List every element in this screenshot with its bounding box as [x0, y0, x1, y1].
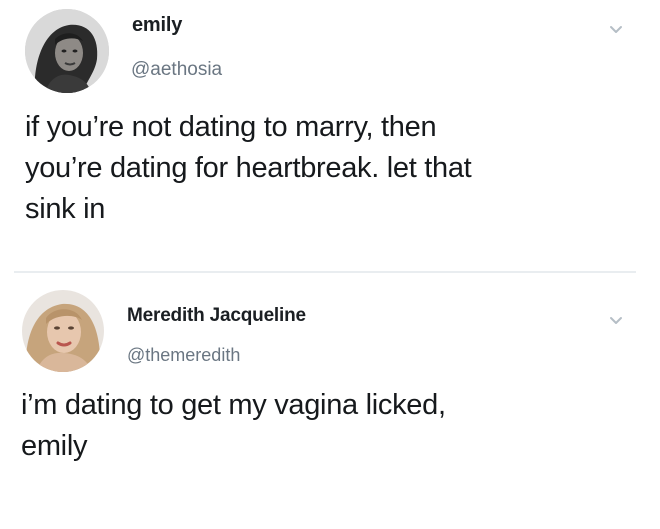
- avatar-photo-icon: [22, 290, 104, 372]
- tweet-text-line: emily: [21, 430, 88, 462]
- author-handle[interactable]: @themeredith: [127, 345, 240, 366]
- avatar-photo-icon: [25, 9, 109, 93]
- tweet-text-line: you’re dating for heartbreak. let that: [25, 152, 472, 184]
- tweet-text: i’m dating to get my vagina licked, emil…: [21, 385, 621, 467]
- tweet-text-line: sink in: [25, 193, 106, 225]
- tweet-emily[interactable]: emily @aethosia if you’re not dating to …: [0, 0, 660, 272]
- tweet-text: if you’re not dating to marry, then you’…: [25, 107, 625, 230]
- avatar-meredith[interactable]: [22, 290, 104, 372]
- avatar-emily[interactable]: [25, 9, 109, 93]
- author-handle[interactable]: @aethosia: [131, 59, 222, 81]
- chevron-down-icon[interactable]: [609, 316, 623, 326]
- tweet-text-line: i’m dating to get my vagina licked,: [21, 389, 446, 421]
- chevron-down-icon[interactable]: [609, 25, 623, 35]
- author-name[interactable]: emily: [132, 14, 182, 37]
- tweet-text-line: if you’re not dating to marry, then: [25, 111, 437, 143]
- author-name[interactable]: Meredith Jacqueline: [127, 305, 306, 327]
- tweet-meredith[interactable]: Meredith Jacqueline @themeredith i’m dat…: [0, 272, 660, 529]
